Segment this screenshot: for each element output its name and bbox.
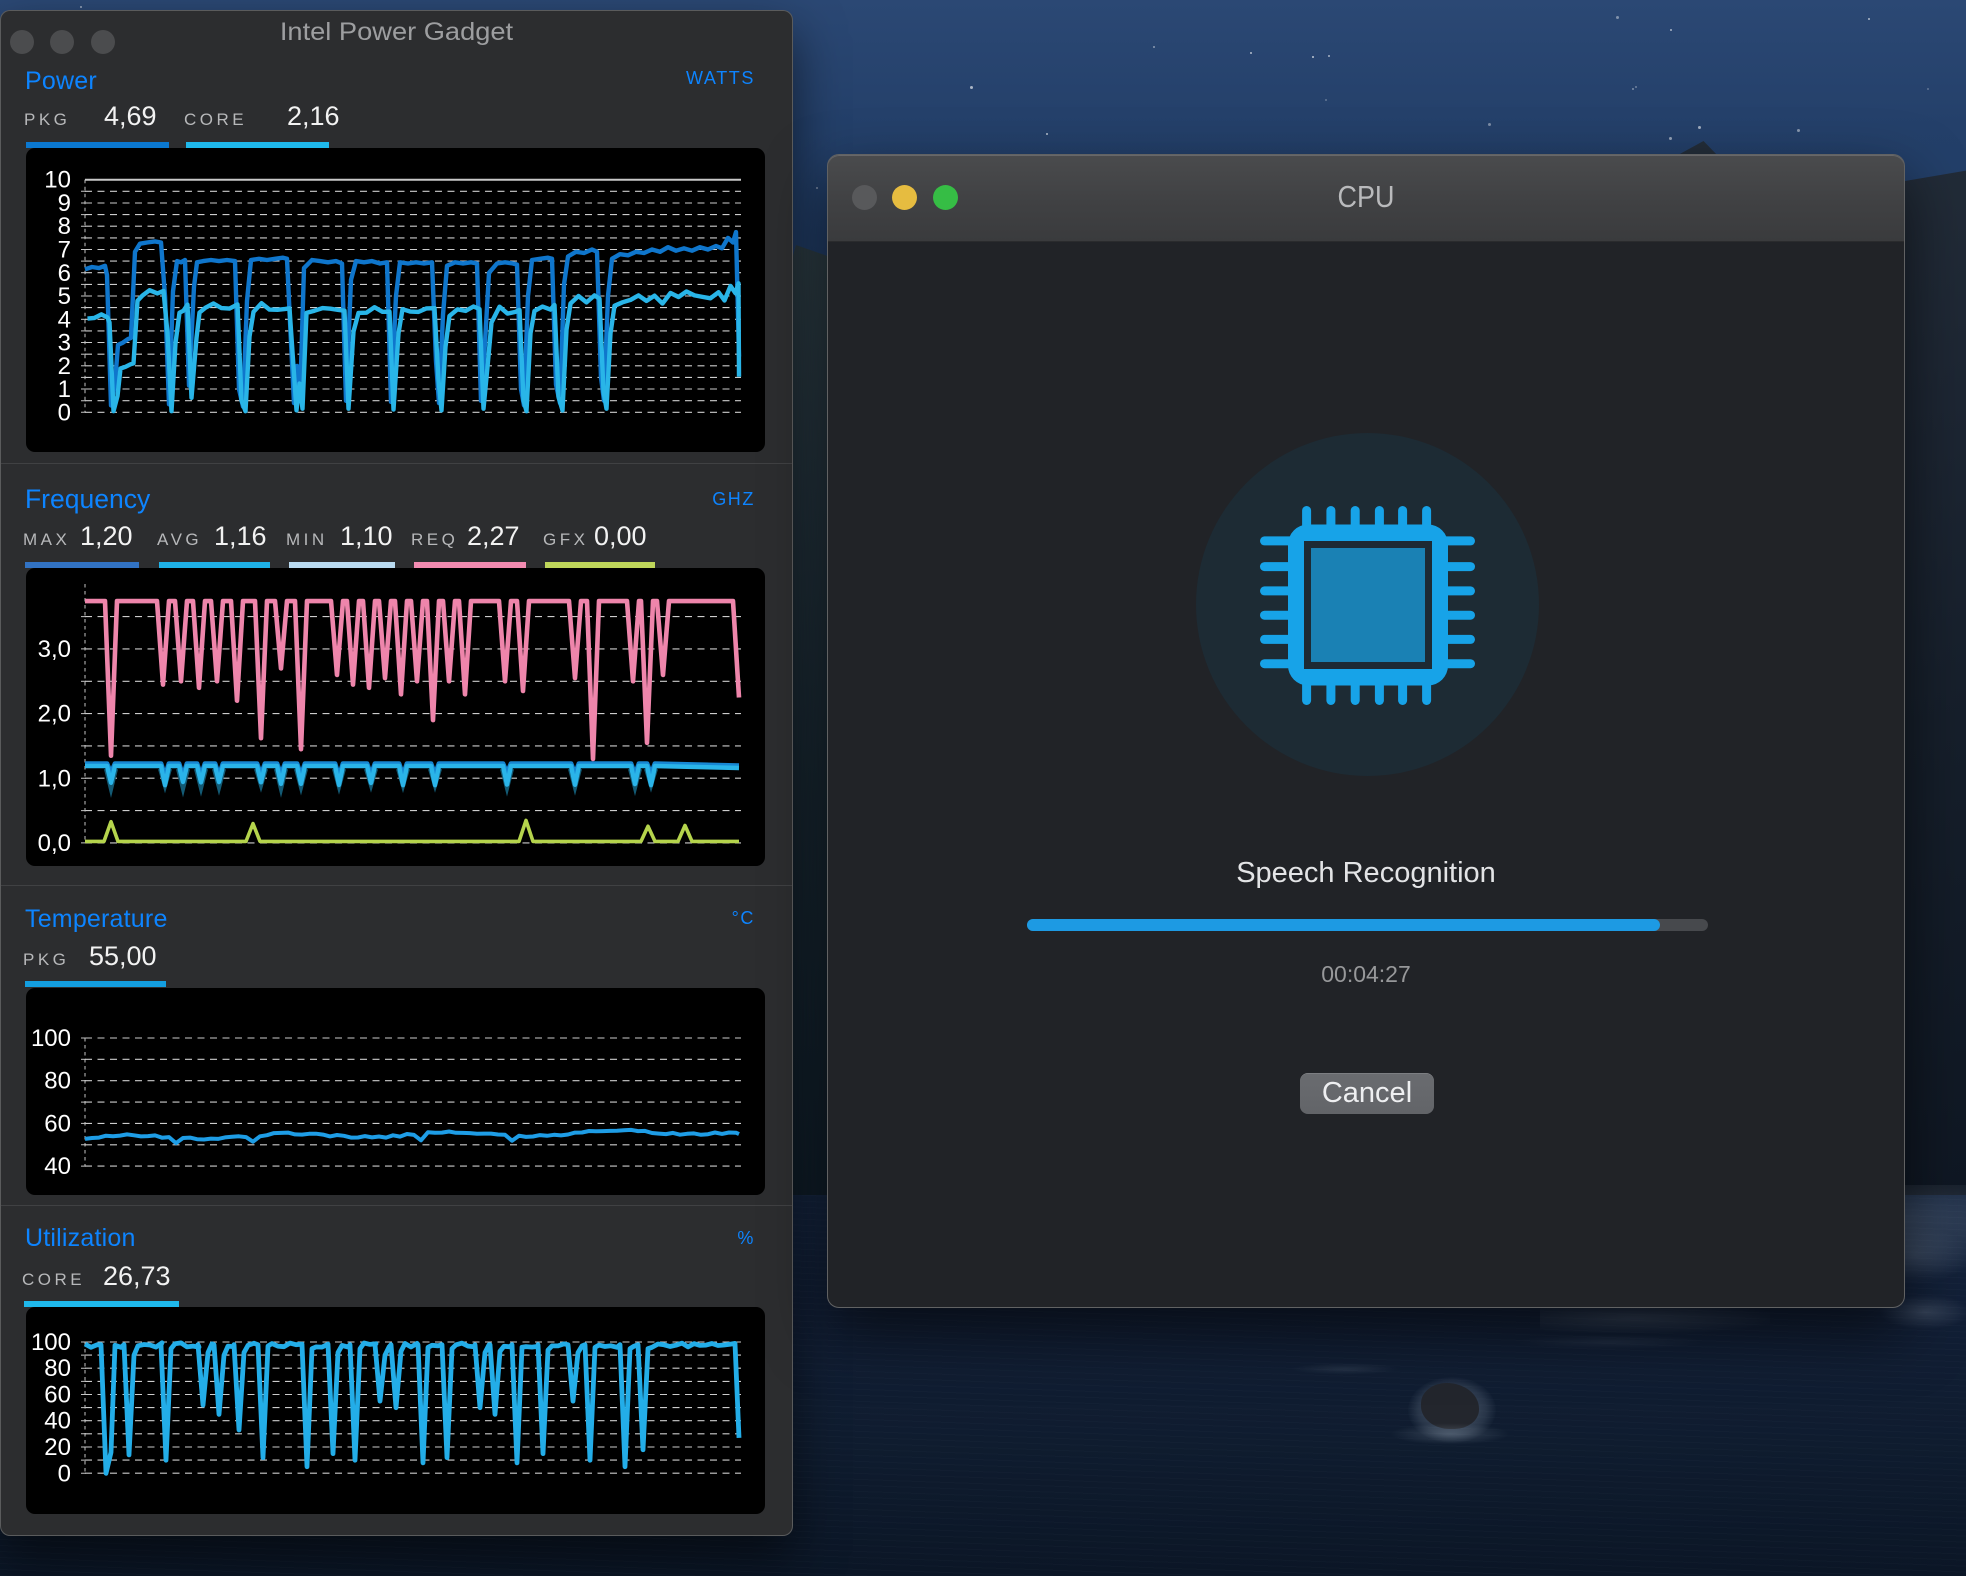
svg-text:0,0: 0,0 — [38, 830, 71, 857]
svg-text:60: 60 — [44, 1382, 71, 1409]
svg-text:1,0: 1,0 — [38, 765, 71, 792]
svg-text:3,0: 3,0 — [38, 636, 71, 663]
svg-text:60: 60 — [44, 1110, 71, 1137]
svg-text:40: 40 — [44, 1153, 71, 1180]
svg-text:100: 100 — [31, 1329, 71, 1356]
svg-text:20: 20 — [44, 1434, 71, 1461]
svg-text:0: 0 — [58, 1460, 71, 1487]
svg-text:40: 40 — [44, 1408, 71, 1435]
svg-text:100: 100 — [31, 1025, 71, 1052]
svg-text:2,0: 2,0 — [38, 701, 71, 728]
svg-text:80: 80 — [44, 1068, 71, 1095]
svg-text:80: 80 — [44, 1355, 71, 1382]
svg-text:0: 0 — [58, 399, 71, 426]
